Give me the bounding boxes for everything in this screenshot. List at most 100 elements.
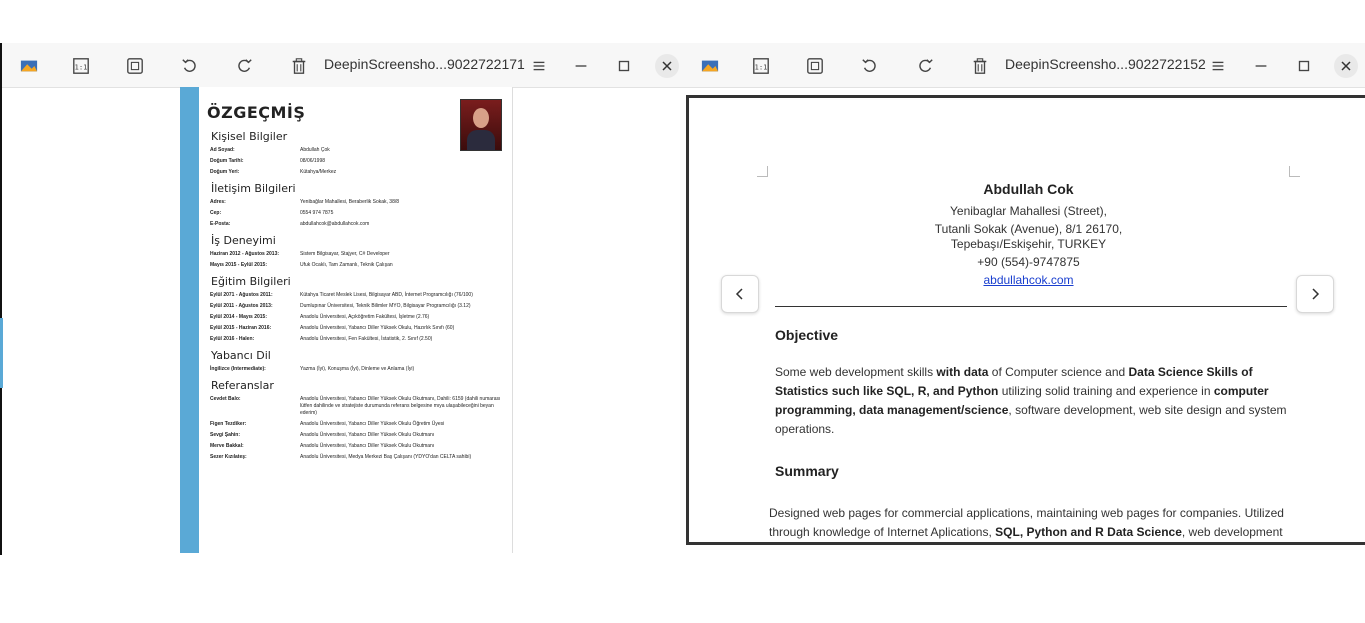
cv-row: Eylül 2014 - Mayıs 2015: Anadolu Üniversi… (210, 314, 507, 321)
divider (775, 306, 1287, 307)
cv-row-value: Sistem Bilgisayar, Stajyer, C# Developer (300, 251, 390, 257)
maximize-icon[interactable] (1293, 55, 1315, 77)
cv-row: Merve Bakkal: Anadolu Üniversitesi, Yaban… (210, 443, 507, 450)
resume-document-image: Abdullah Cok Yenibaglar Mahallesi (Stree… (686, 95, 1365, 545)
cv-row-label: Adres: (210, 199, 226, 205)
image-viewer-window-left: 1:1 DeepinScreensho...9022722171 ÖZGEÇMİ… (0, 43, 688, 555)
menu-icon[interactable] (1207, 55, 1229, 77)
window-title: DeepinScreensho...9022722171 (324, 56, 525, 72)
cv-row-value: Anadolu Üniversitesi, Yabancı Diller Yük… (300, 396, 501, 416)
cv-row-value: Anadolu Üniversitesi, Yabancı Diller Yük… (300, 325, 455, 331)
toolbar: 1:1 DeepinScreensho...9022722152 (686, 43, 1365, 88)
objective-heading: Objective (775, 327, 839, 343)
cv-row: E-Posta: abdullahcok@abdullahcok.com (210, 221, 507, 228)
fullscreen-icon[interactable] (804, 55, 826, 77)
cv-row-label: Eylül 2071 - Ağustos 2011: (210, 292, 273, 298)
minimize-icon[interactable] (1250, 55, 1272, 77)
cv-row: Eylül 2011 - Ağustos 2013: Dumlupınar Üni… (210, 303, 507, 310)
maximize-icon[interactable] (613, 55, 635, 77)
rotate-left-icon[interactable] (179, 55, 201, 77)
cv-row-label: Merve Bakkal: (210, 443, 244, 449)
trash-icon[interactable] (969, 55, 991, 77)
cv-row-value: 0554 974 7875 (300, 210, 334, 216)
close-icon (662, 61, 672, 71)
cv-row: Eylül 2071 - Ağustos 2011: Kütahya Ticare… (210, 292, 507, 299)
cv-row-label: Doğum Tarihi: (210, 158, 244, 164)
menu-icon[interactable] (528, 55, 550, 77)
cv-title: ÖZGEÇMİŞ (207, 103, 306, 122)
resume-email-link[interactable]: abdullahcok.com (983, 273, 1073, 287)
cv-row-value: 08/06/1998 (300, 158, 326, 164)
objective-text: Some web development skills with data of… (775, 365, 1287, 436)
summary-text: Designed web pages for commercial applic… (769, 506, 1284, 539)
close-button[interactable] (655, 54, 679, 78)
resume-address-line-2: Tutanli Sokak (Avenue), 8/1 26170, (934, 222, 1123, 236)
resume-name: Abdullah Cok (983, 181, 1074, 197)
image-icon[interactable] (699, 55, 721, 77)
cv-row-label: Cevdet Balo: (210, 396, 241, 402)
cv-row: Eylül 2015 - Haziran 2016: Anadolu Üniver… (210, 325, 507, 332)
cv-content: ÖZGEÇMİŞ Kişisel Bilgiler Ad Soyad: Abdull… (207, 101, 507, 465)
cv-row: Haziran 2012 - Ağustos 2013: Sistem Bilgi… (210, 251, 507, 258)
cv-row-value: Yazma (İyi), Konuşma (İyi), Dinleme ve A… (300, 366, 415, 372)
cv-row-label: Mayıs 2015 - Eylül 2015: (210, 262, 267, 268)
cv-row: Sevgi Şahin: Anadolu Üniversitesi, Yabanc… (210, 432, 507, 439)
left-edge-strip (0, 318, 3, 388)
cv-accent-bar (180, 87, 199, 553)
cv-row-value: Anadolu Üniversitesi, Fen Fakültesi, İst… (300, 336, 433, 342)
cv-row-label: Figen Tezdiker: (210, 421, 247, 427)
cv-row-label: Ad Soyad: (210, 147, 235, 153)
previous-image-button[interactable] (721, 275, 759, 313)
chevron-right-icon (1312, 288, 1320, 300)
cv-row: Cep: 0554 974 7875 (210, 210, 507, 217)
cv-row: Eylül 2016 - Halen: Anadolu Üniversitesi,… (210, 336, 507, 343)
cv-row: Doğum Yeri: Kütahya/Merkez (210, 169, 507, 176)
cv-section-heading: Referanslar (211, 379, 274, 392)
cv-row-label: E-Posta: (210, 221, 231, 227)
minimize-icon[interactable] (570, 55, 592, 77)
cv-row: Sezer Kızılateş: Anadolu Üniversitesi, Me… (210, 454, 507, 461)
cv-row-value: Dumlupınar Üniversitesi, Teknik Bilimler… (300, 303, 471, 309)
rotate-right-icon[interactable] (233, 55, 255, 77)
cv-row-value: Kütahya/Merkez (300, 169, 337, 175)
next-image-button[interactable] (1296, 275, 1334, 313)
cv-row-label: Sezer Kızılateş: (210, 454, 247, 460)
cv-row: Cevdet Balo: Anadolu Üniversitesi, Yabanc… (210, 396, 507, 417)
svg-text:1:1: 1:1 (75, 63, 88, 72)
page-corner-mark (1289, 166, 1300, 177)
image-icon[interactable] (18, 55, 40, 77)
cv-row-value: Anadolu Üniversitesi, Açıköğretim Fakült… (300, 314, 430, 320)
cv-row-label: Eylül 2011 - Ağustos 2013: (210, 303, 273, 309)
summary-heading: Summary (775, 463, 839, 479)
rotate-right-icon[interactable] (914, 55, 936, 77)
cv-row-value: abdullahcok@abdullahcok.com (300, 221, 370, 227)
cv-row-label: Doğum Yeri: (210, 169, 240, 175)
image-viewer-window-right: 1:1 DeepinScreensho...9022722152 Abdulla… (686, 43, 1365, 555)
cv-row: İngilizce (Intermediate): Yazma (İyi), Ko… (210, 366, 507, 373)
toolbar: 1:1 DeepinScreensho...9022722171 (2, 43, 688, 88)
cv-row: Adres: Yenibağlar Mahallesi, Beraberlik S… (210, 199, 507, 206)
cv-section-heading: Eğitim Bilgileri (211, 275, 291, 288)
cv-row-label: Cep: (210, 210, 222, 216)
trash-icon[interactable] (288, 55, 310, 77)
cv-row: Ad Soyad: Abdullah Çok (210, 147, 507, 154)
rotate-left-icon[interactable] (859, 55, 881, 77)
cv-row-value: Anadolu Üniversitesi, Yabancı Diller Yük… (300, 432, 435, 438)
cv-row-label: Eylül 2014 - Mayıs 2015: (210, 314, 267, 320)
resume-email[interactable]: abdullahcok.com (689, 273, 1365, 287)
cv-row: Mayıs 2015 - Eylül 2015: Ufuk Ocaklı, Tam… (210, 262, 507, 269)
page-corner-mark (757, 166, 768, 177)
resume-address-line-1: Yenibaglar Mahallesi (Street), (950, 204, 1107, 218)
cv-row-value: Ufuk Ocaklı, Tam Zamanlı, Teknik Çalışan (300, 262, 393, 268)
fit-size-icon[interactable]: 1:1 (750, 55, 772, 77)
cv-row-value: Anadolu Üniversitesi, Yabancı Diller Yük… (300, 421, 445, 427)
close-button[interactable] (1334, 54, 1358, 78)
close-icon (1341, 61, 1351, 71)
cv-row-value: Anadolu Üniversitesi, Medya Merkezi Baş … (300, 454, 472, 460)
fit-size-icon[interactable]: 1:1 (70, 55, 92, 77)
cv-row: Doğum Tarihi: 08/06/1998 (210, 158, 507, 165)
fullscreen-icon[interactable] (124, 55, 146, 77)
svg-text:1:1: 1:1 (755, 63, 768, 72)
cv-section-heading: Yabancı Dil (211, 349, 271, 362)
cv-section-heading: İletişim Bilgileri (211, 182, 296, 195)
